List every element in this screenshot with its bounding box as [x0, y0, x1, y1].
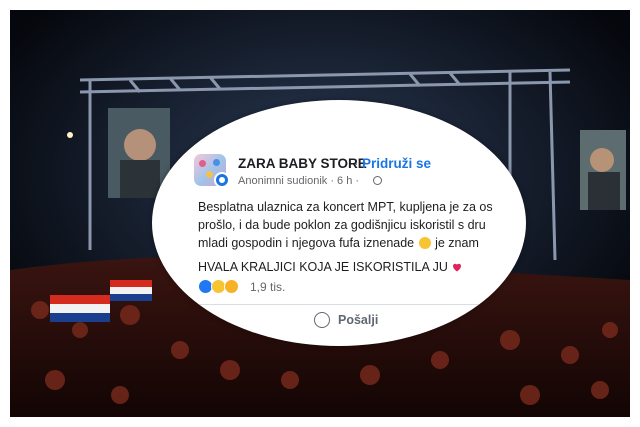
post-callout: ZARA BABY STORE · Pridruži se Anonimni s… — [152, 100, 526, 346]
croatian-flag — [110, 280, 152, 301]
author-meta: Anonimni sudionik · 6 h · — [238, 175, 360, 187]
post-text-line-3b: je znam — [435, 236, 479, 250]
separator: · — [354, 156, 359, 171]
join-button[interactable]: Pridruži se — [362, 156, 431, 171]
photo-frame: ZARA BABY STORE · Pridruži se Anonimni s… — [10, 10, 630, 417]
reaction-count[interactable]: 1,9 tis. — [250, 280, 285, 294]
post-divider — [192, 304, 492, 305]
post-text-line-1: Besplatna ulaznica za koncert MPT, kuplj… — [198, 200, 493, 214]
care-reaction-icon[interactable] — [224, 279, 239, 294]
whatsapp-icon[interactable] — [314, 312, 330, 328]
heart-emoji-icon — [453, 263, 462, 272]
group-name[interactable]: ZARA BABY STORE — [238, 156, 367, 171]
globe-icon — [373, 176, 382, 185]
share-button[interactable]: Pošalji — [338, 313, 378, 327]
post-caption: HVALA KRALJICI KOJA JE ISKORISTILA JU — [198, 260, 463, 274]
post-text-line-2: prošlo, i da bude poklon za godišnjicu i… — [198, 218, 486, 232]
laughing-emoji-icon — [418, 237, 431, 249]
croatian-flag — [50, 295, 110, 322]
post-text-line-3a: mladi gospodin i njegova fufa iznenade — [198, 236, 415, 250]
post-text-line-3: mladi gospodin i njegova fufa iznenade j… — [198, 236, 479, 250]
post-caption-text: HVALA KRALJICI KOJA JE ISKORISTILA JU — [198, 260, 448, 274]
anonymous-badge-icon — [214, 172, 230, 188]
facebook-post: ZARA BABY STORE · Pridruži se Anonimni s… — [152, 100, 526, 346]
